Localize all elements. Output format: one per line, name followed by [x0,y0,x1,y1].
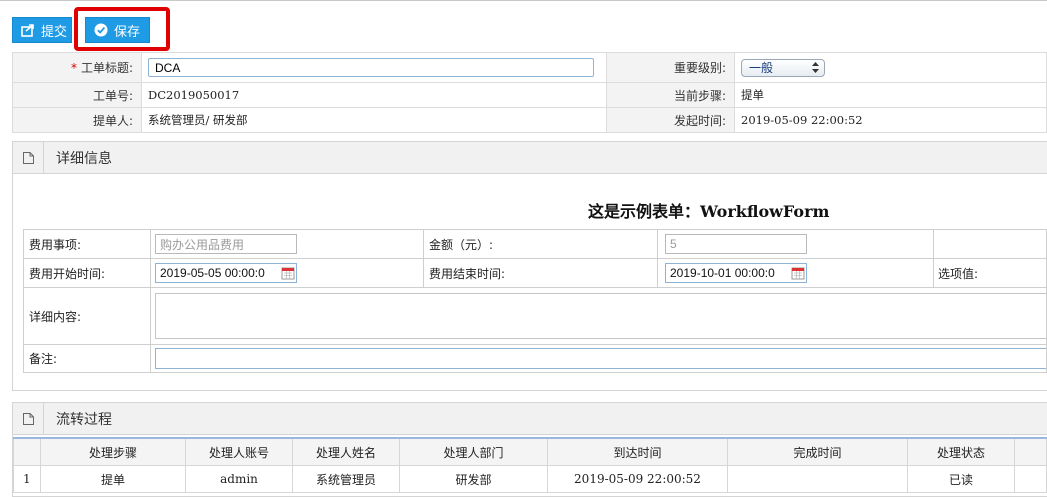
content-label: 详细内容: [23,287,151,345]
row-index: 1 [13,465,41,493]
document-icon [22,151,34,164]
amount-label: 金额（元）: [423,229,658,259]
step-value: 提单 [734,82,1047,108]
detail-panel-title: 详细信息 [56,150,112,167]
row-dept: 研发部 [399,465,548,493]
content-textarea[interactable] [155,293,1046,339]
step-label: 当前步骤: [606,82,735,108]
calendar-icon[interactable] [281,266,295,280]
row-finish [727,465,908,493]
header-form: *工单标题: 重要级别: 一般 工单号: DC2019050017 当前步骤: … [12,52,1047,133]
title-value-cell [141,52,607,83]
detail-panel-header[interactable]: 详细信息 [13,142,1047,174]
document-icon-box [13,142,44,173]
level-value: 一般 [749,61,774,75]
row-name: 系统管理员 [292,465,400,493]
title-input[interactable] [148,58,594,77]
no-label: 工单号: [12,82,142,108]
end-time-label: 费用结束时间: [423,258,658,288]
title-label: 工单标题: [80,61,133,75]
updown-arrow-icon [812,62,819,73]
level-value-cell: 一般 [734,52,1047,83]
col-name[interactable]: 处理人姓名 [292,437,400,466]
share-icon [21,24,34,37]
row-account: admin [185,465,293,493]
table-header-row: 处理步骤 处理人账号 处理人姓名 处理人部门 到达时间 完成时间 处理状态 [13,437,1047,466]
col-account[interactable]: 处理人账号 [185,437,293,466]
submit-button[interactable]: 提交 [12,17,72,43]
submit-label: 提交 [41,24,68,40]
col-extra [1014,437,1047,466]
row-step: 提单 [40,465,186,493]
option-label: 选项值: [933,258,1047,288]
end-time-value: 2019-10-01 00:00:0 [670,266,775,280]
expense-item-input[interactable]: 购办公用品费用 [155,234,297,254]
calendar-icon[interactable] [791,266,805,280]
level-select[interactable]: 一般 [741,58,825,77]
submitter-label: 提单人: [12,107,142,133]
col-arrive[interactable]: 到达时间 [547,437,728,466]
amount-input[interactable]: 5 [665,234,807,254]
form-title: 这是示例表单：WorkflowForm [588,202,830,221]
row-arrive: 2019-05-09 22:00:52 [547,465,728,493]
level-label: 重要级别: [606,52,735,83]
col-index [13,437,41,466]
row-status: 已读 [907,465,1015,493]
save-highlight-box [74,7,170,51]
start-time-label: 发起时间: [606,107,735,133]
document-icon-box [13,403,44,434]
flow-table: 处理步骤 处理人账号 处理人姓名 处理人部门 到达时间 完成时间 处理状态 1 … [13,437,1047,493]
document-icon [22,412,34,425]
submitter-value: 系统管理员/ 研发部 [141,107,607,133]
expense-item-label: 费用事项: [23,229,151,259]
empty-cell [933,229,1047,259]
table-row[interactable]: 1 提单 admin 系统管理员 研发部 2019-05-09 22:00:52… [13,465,1047,493]
top-border [0,0,1047,1]
flow-panel-title: 流转过程 [56,411,112,428]
col-finish[interactable]: 完成时间 [727,437,908,466]
remark-input[interactable] [155,348,1046,369]
col-dept[interactable]: 处理人部门 [399,437,548,466]
required-mark: * [70,61,77,75]
col-step[interactable]: 处理步骤 [40,437,186,466]
col-status[interactable]: 处理状态 [907,437,1015,466]
no-value: DC2019050017 [141,82,607,108]
remark-label: 备注: [23,344,151,373]
begin-time-input[interactable]: 2019-05-05 00:00:0 [155,263,297,283]
detail-form: 费用事项: 购办公用品费用 金额（元）: 5 费用开始时间: 2019-05-0… [23,229,1047,373]
begin-time-value: 2019-05-05 00:00:0 [160,266,265,280]
title-label-cell: * 工单标题: [12,52,142,83]
start-time-value: 2019-05-09 22:00:52 [734,107,1047,133]
row-extra [1014,465,1047,493]
begin-time-label: 费用开始时间: [23,258,151,288]
flow-panel-header[interactable]: 流转过程 [13,403,1047,435]
end-time-input[interactable]: 2019-10-01 00:00:0 [665,263,807,283]
